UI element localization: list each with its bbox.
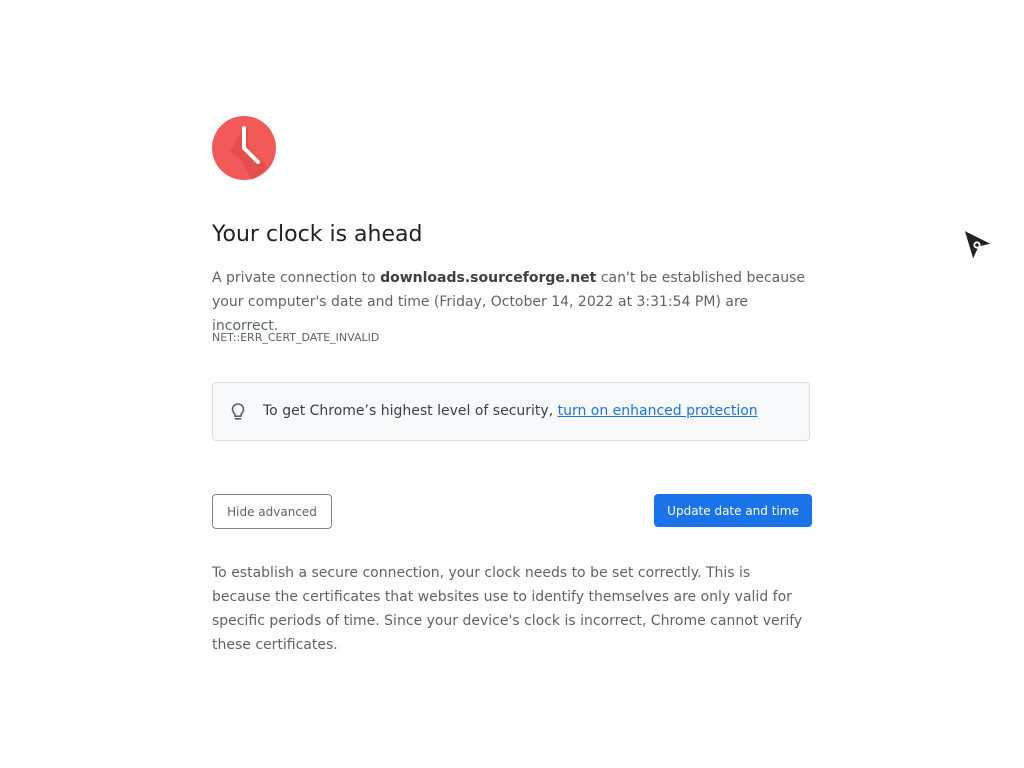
enhanced-protection-tip: To get Chrome’s highest level of securit… [212,382,810,441]
domain-name: downloads.sourceforge.net [380,270,597,286]
update-date-time-button[interactable]: Update date and time [654,494,812,527]
error-message: A private connection to downloads.source… [212,266,812,338]
page-title: Your clock is ahead [212,222,423,247]
enhanced-protection-link[interactable]: turn on enhanced protection [558,403,758,419]
tip-text: To get Chrome’s highest level of securit… [263,403,758,419]
lightbulb-icon [231,403,245,420]
error-code: NET::ERR_CERT_DATE_INVALID [212,331,380,344]
message-prefix: A private connection to [212,270,381,286]
clock-icon [212,116,276,180]
hide-advanced-button[interactable]: Hide advanced [212,494,332,529]
page: Your clock is ahead A private connection… [0,0,1024,768]
tip-message: To get Chrome’s highest level of securit… [263,403,558,419]
advanced-details: To establish a secure connection, your c… [212,565,803,653]
mouse-pointer-icon [963,229,993,261]
